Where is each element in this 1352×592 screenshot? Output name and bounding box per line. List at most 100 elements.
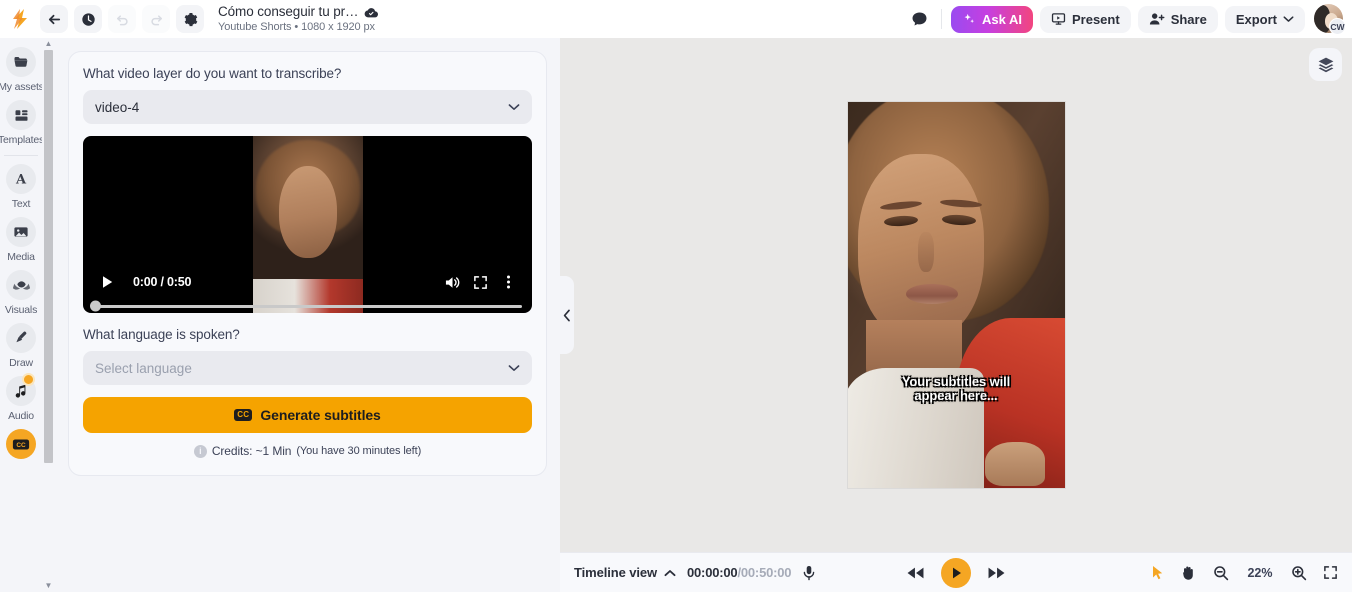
chevron-left-icon [563, 309, 571, 322]
sidebar-label: Visuals [4, 304, 38, 316]
export-label: Export [1235, 11, 1277, 27]
rewind-icon[interactable] [906, 566, 925, 580]
present-label: Present [1071, 11, 1120, 27]
layers-icon [1317, 56, 1335, 74]
stage-lips [905, 284, 958, 304]
present-screen-icon [1051, 12, 1066, 26]
header-divider [941, 9, 942, 29]
sparkle-icon [962, 12, 976, 26]
scrollbar-track[interactable] [44, 50, 53, 580]
stage-nose [917, 232, 934, 272]
svg-text:CC: CC [16, 442, 26, 449]
present-button[interactable]: Present [1039, 5, 1131, 33]
fit-screen-icon[interactable] [1323, 565, 1338, 580]
folder-icon [6, 47, 36, 77]
text-a-icon: A [6, 164, 36, 194]
video-layer-label: What video layer do you want to transcri… [83, 66, 342, 81]
sidebar-label: Text [11, 198, 31, 210]
language-select[interactable]: Select language [83, 351, 532, 385]
templates-grid-icon [6, 100, 36, 130]
panel-scrollbar[interactable]: ▲ ▼ [42, 38, 55, 592]
back-arrow-icon[interactable] [40, 5, 68, 33]
volume-icon[interactable] [438, 275, 466, 290]
redo-icon [142, 5, 170, 33]
sidebar-label: Audio [8, 410, 34, 422]
generate-subtitles-button[interactable]: CC Generate subtitles [83, 397, 532, 433]
transcribe-card: What video layer do you want to transcri… [68, 51, 547, 476]
video-layer-select[interactable]: video-4 [83, 90, 532, 124]
microphone-icon[interactable] [802, 565, 816, 581]
video-frame-face [278, 166, 337, 258]
scroll-up-arrow-icon[interactable]: ▲ [45, 40, 53, 48]
visuals-lotus-icon [6, 270, 36, 300]
fast-forward-icon[interactable] [987, 566, 1006, 580]
sidebar-item-visuals[interactable]: Visuals [0, 270, 42, 316]
hand-tool-icon[interactable] [1181, 565, 1197, 581]
subtitles-panel: What video layer do you want to transcri… [55, 38, 560, 592]
svg-text:A: A [15, 173, 27, 187]
playback-controls [906, 557, 1006, 588]
panel-collapse-handle[interactable] [560, 276, 574, 354]
language-placeholder: Select language [95, 360, 192, 376]
chevron-down-icon [1283, 15, 1294, 23]
video-progress-knob[interactable] [90, 300, 101, 312]
person-add-icon [1149, 12, 1165, 26]
video-layer-value: video-4 [95, 99, 140, 115]
brush-icon [6, 323, 36, 353]
canvas-viewport[interactable]: Your subtitles will appear here... [560, 38, 1352, 552]
timeline-total-time: 00:50:00 [740, 565, 792, 580]
zoom-level-display[interactable]: 22% [1245, 566, 1275, 580]
gear-icon[interactable] [176, 5, 204, 33]
info-icon: i [193, 444, 207, 458]
timeline-view-toggle[interactable]: Timeline view [574, 565, 676, 580]
video-progress-track[interactable] [90, 300, 522, 312]
audio-notification-dot [22, 373, 35, 386]
sidebar-item-draw[interactable]: Draw [0, 323, 42, 369]
timeline-current-time: 00:00:00 [687, 565, 738, 580]
preview-stage[interactable]: Your subtitles will appear here... [847, 102, 1065, 488]
zoom-in-icon[interactable] [1291, 565, 1307, 581]
ask-ai-label: Ask AI [982, 11, 1022, 27]
sidebar-item-audio[interactable]: Audio [0, 373, 42, 422]
ask-ai-button[interactable]: Ask AI [951, 5, 1033, 33]
play-icon [950, 566, 963, 580]
credits-main: Credits: ~1 Min [211, 444, 292, 458]
image-icon [6, 217, 36, 247]
sidebar-item-templates[interactable]: Templates [0, 100, 42, 146]
zoom-out-icon[interactable] [1213, 565, 1229, 581]
document-title[interactable]: Cómo conseguir tu pr… [218, 4, 359, 20]
timeline-time-display: 00:00:00/00:50:00 [687, 565, 792, 580]
subtitle-overlay[interactable]: Your subtitles will appear here... [848, 374, 1065, 404]
scrollbar-thumb[interactable] [44, 50, 53, 464]
scroll-down-arrow-icon[interactable]: ▼ [45, 582, 53, 590]
comment-icon[interactable] [907, 11, 932, 28]
layers-button[interactable] [1309, 48, 1342, 81]
credits-row: i Credits: ~1 Min (You have 30 minutes l… [83, 444, 532, 458]
left-sidebar: My assets Templates A Text Media Visuals… [0, 38, 42, 592]
play-icon[interactable] [93, 275, 121, 289]
video-preview-player[interactable]: 0:00 / 0:50 [83, 136, 532, 313]
sidebar-item-my-assets[interactable]: My assets [0, 47, 42, 93]
video-time-display: 0:00 / 0:50 [133, 275, 192, 289]
fullscreen-icon[interactable] [466, 275, 494, 290]
language-label: What language is spoken? [83, 327, 240, 342]
timeline-right-group: 22% [1151, 565, 1338, 581]
stage-hand [984, 442, 1045, 486]
avatar[interactable]: CW [1314, 4, 1346, 35]
undo-icon [108, 5, 136, 33]
closed-caption-icon: CC [6, 429, 36, 459]
sidebar-item-media[interactable]: Media [0, 217, 42, 263]
sidebar-item-captions[interactable]: CC [0, 429, 42, 459]
kebab-menu-icon[interactable] [494, 274, 522, 290]
video-progress-bar[interactable] [89, 299, 526, 313]
clock-history-icon[interactable] [74, 5, 102, 33]
timeline-bar: Timeline view 00:00:00/00:50:00 22% [560, 552, 1352, 592]
export-button[interactable]: Export [1224, 5, 1305, 33]
app-logo-icon[interactable] [6, 4, 36, 34]
play-button[interactable] [941, 557, 971, 588]
video-controls-row: 0:00 / 0:50 [89, 265, 526, 299]
pointer-tool-icon[interactable] [1151, 565, 1165, 581]
share-button[interactable]: Share [1137, 5, 1218, 33]
sidebar-item-text[interactable]: A Text [0, 164, 42, 210]
credits-sub: (You have 30 minutes left) [296, 445, 422, 457]
